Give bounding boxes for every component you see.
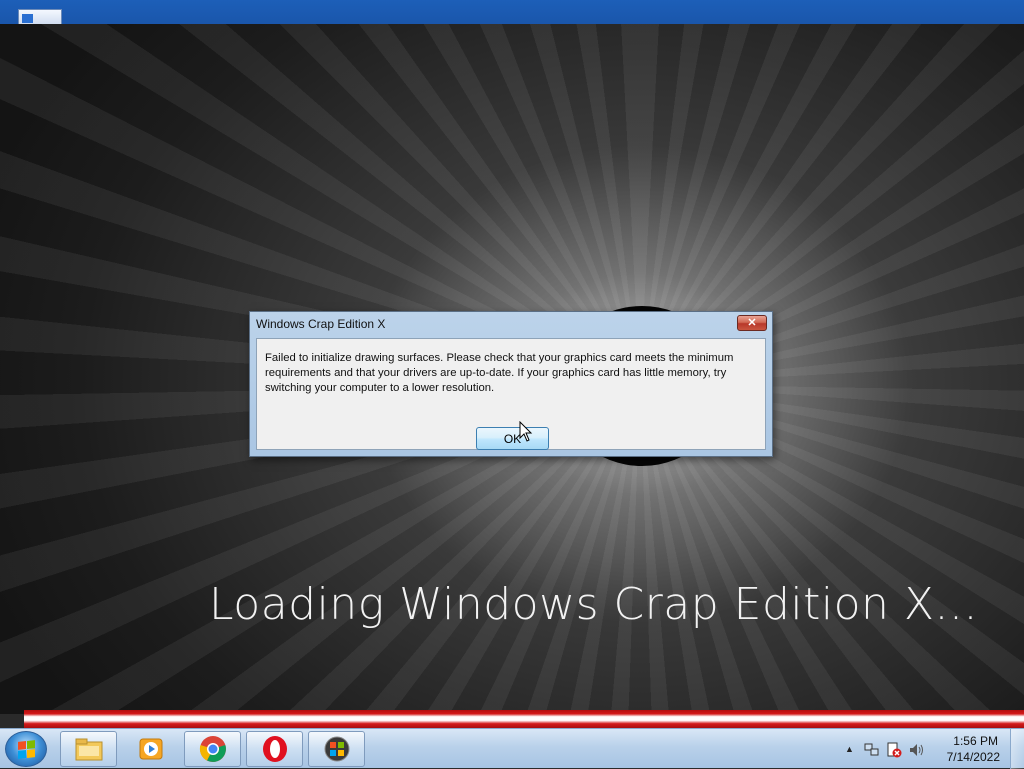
dialog-title: Windows Crap Edition X xyxy=(256,317,386,331)
start-button[interactable] xyxy=(5,731,47,767)
error-dialog: Windows Crap Edition X ✕ Failed to initi… xyxy=(249,311,773,457)
close-icon: ✕ xyxy=(747,316,757,329)
action-center-warning-icon[interactable] xyxy=(886,742,902,758)
taskbar-windows-app[interactable] xyxy=(308,731,365,767)
opera-icon xyxy=(262,736,287,762)
mouse-cursor-icon xyxy=(519,421,533,442)
computer-desktop-icon[interactable] xyxy=(18,9,62,25)
media-player-icon xyxy=(139,738,162,760)
desktop-background xyxy=(0,0,1024,25)
clock-time[interactable]: 1:56 PM xyxy=(953,734,998,748)
dialog-message: Failed to initialize drawing surfaces. P… xyxy=(265,352,734,394)
taskbar-media-player[interactable] xyxy=(122,731,179,767)
loading-text: Loading Windows Crap Edition X... xyxy=(209,579,978,630)
network-icon[interactable] xyxy=(864,742,880,758)
volume-icon[interactable] xyxy=(908,742,924,758)
taskbar-chrome[interactable] xyxy=(184,731,241,767)
ok-button[interactable]: OK xyxy=(476,427,549,450)
show-desktop-button[interactable] xyxy=(1010,729,1024,769)
show-hidden-icons-icon[interactable]: ▲ xyxy=(845,744,854,754)
file-explorer-icon xyxy=(75,738,102,761)
taskbar-opera[interactable] xyxy=(246,731,303,767)
system-tray: ▲ 1:56 PM 7/14/2022 xyxy=(834,729,1024,769)
close-button[interactable]: ✕ xyxy=(737,315,767,331)
chrome-icon xyxy=(199,736,226,762)
windows-app-icon xyxy=(324,736,349,762)
windows-logo-icon xyxy=(17,739,35,759)
clock-date[interactable]: 7/14/2022 xyxy=(947,750,1000,764)
taskbar: ▲ 1:56 PM 7/14/2022 xyxy=(0,728,1024,769)
taskbar-file-explorer[interactable] xyxy=(60,731,117,767)
loading-progress-band xyxy=(24,710,1024,729)
dialog-body: Failed to initialize drawing surfaces. P… xyxy=(256,338,766,450)
